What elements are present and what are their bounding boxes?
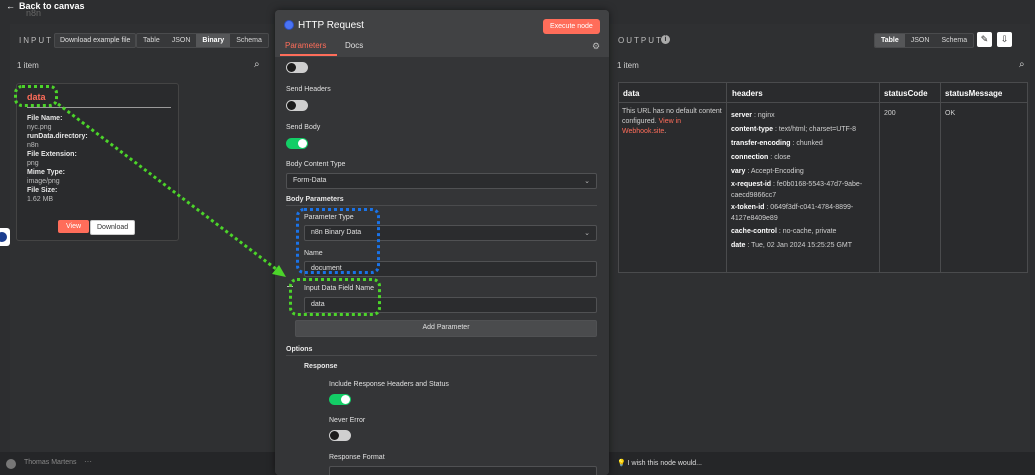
annotation-arrow <box>57 102 286 277</box>
arrow-line <box>57 102 281 274</box>
